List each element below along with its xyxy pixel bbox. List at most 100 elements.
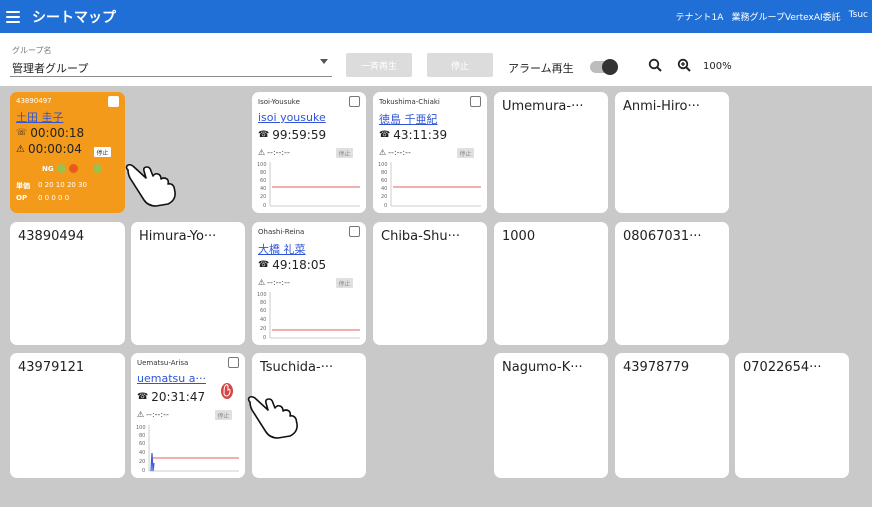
warning-icon: ⚠ bbox=[379, 148, 387, 157]
alarm-play-label: アラーム再生 bbox=[508, 62, 574, 75]
svg-text:20: 20 bbox=[381, 194, 387, 200]
seat-card-alert[interactable]: 43890497 土田 圭子 ☏ 00:00:18 ⚠ 00:00:04 停止 … bbox=[10, 92, 125, 213]
emotion-indicators: NG bbox=[42, 164, 102, 173]
status-dot-icon bbox=[56, 164, 66, 173]
stop-button-small[interactable]: 停止 bbox=[336, 278, 353, 288]
svg-text:40: 40 bbox=[260, 186, 266, 192]
seat-checkbox[interactable] bbox=[470, 96, 481, 107]
warning-icon: ⚠ bbox=[137, 410, 145, 419]
group-select-value: 管理者グループ bbox=[12, 62, 89, 75]
company-label: 業務グループVertexAI委託 bbox=[731, 13, 841, 23]
warning-icon: ⚠ bbox=[16, 143, 25, 155]
tenant-label: テナント1A bbox=[675, 13, 724, 23]
stop-button-small[interactable]: 停止 bbox=[215, 410, 232, 420]
seat-card[interactable]: Nagumo-K··· bbox=[494, 353, 608, 478]
phone-icon: ☎ bbox=[137, 392, 149, 402]
seat-card-active[interactable]: Isoi-Yousuke isoi yousuke ☎ 99:59:59 ⚠ -… bbox=[252, 92, 366, 213]
chart-ticks: 100 80 60 40 20 0 bbox=[378, 162, 388, 209]
seat-name: 08067031··· bbox=[623, 229, 702, 244]
stop-button[interactable]: 停止 bbox=[427, 53, 493, 77]
svg-text:40: 40 bbox=[381, 186, 387, 192]
phone-icon: ☎ bbox=[379, 130, 391, 140]
agent-name-link[interactable]: 徳島 千亜紀 bbox=[379, 111, 438, 127]
seat-card[interactable]: Anmi-Hiro··· bbox=[615, 92, 729, 213]
pointing-hand-icon bbox=[247, 395, 298, 439]
seat-card[interactable]: Himura-Yo··· bbox=[131, 222, 245, 345]
warning-duration: ⚠ 00:00:04 bbox=[16, 142, 82, 156]
stop-button-small[interactable]: 停止 bbox=[336, 148, 353, 158]
svg-text:40: 40 bbox=[139, 450, 145, 456]
mini-chart: 100 80 60 40 20 0 bbox=[136, 425, 239, 474]
zoom-in-icon[interactable] bbox=[677, 58, 691, 72]
caret-down-icon bbox=[320, 59, 328, 64]
seat-card[interactable]: 07022654··· bbox=[735, 353, 849, 478]
call-duration: ☏ 00:00:18 bbox=[16, 126, 85, 140]
stop-button-small[interactable]: 停止 bbox=[457, 148, 474, 158]
seat-checkbox[interactable] bbox=[349, 226, 360, 237]
mini-chart: 100 80 60 40 20 0 bbox=[378, 162, 481, 209]
svg-text:80: 80 bbox=[139, 433, 145, 439]
seat-card-active[interactable]: Uematsu-Arisa uematsu a··· ☎ 20:31:47 ⚠ … bbox=[131, 353, 245, 478]
seat-name: Himura-Yo··· bbox=[139, 229, 217, 244]
agent-name-link[interactable]: uematsu a··· bbox=[137, 372, 206, 385]
warning-row: ⚠ --:--:-- bbox=[379, 148, 411, 157]
seat-checkbox[interactable] bbox=[108, 96, 119, 107]
raised-hand-icon[interactable] bbox=[220, 380, 234, 400]
seat-name: Tsuchida-··· bbox=[260, 360, 334, 375]
mini-chart: 100 80 60 40 20 0 bbox=[257, 292, 360, 341]
stop-button-small[interactable]: 停止 bbox=[94, 147, 111, 157]
metric-row2-label: OP bbox=[16, 194, 28, 202]
seat-card-active[interactable]: Tokushima-Chiaki 徳島 千亜紀 ☎ 43:11:39 ⚠ --:… bbox=[373, 92, 487, 213]
seat-card[interactable]: 43979121 bbox=[10, 353, 125, 478]
pointing-hand-icon bbox=[125, 163, 176, 207]
alarm-toggle[interactable] bbox=[590, 59, 618, 75]
seat-card[interactable]: 1000 bbox=[494, 222, 608, 345]
svg-text:0: 0 bbox=[263, 203, 266, 209]
svg-text:100: 100 bbox=[136, 425, 146, 431]
svg-text:60: 60 bbox=[139, 441, 145, 447]
seat-card[interactable]: 43978779 bbox=[615, 353, 729, 478]
warning-row: ⚠ --:--:-- bbox=[258, 278, 290, 287]
seat-id: Ohashi-Reina bbox=[258, 228, 305, 236]
call-duration: ☎ 43:11:39 bbox=[379, 128, 448, 142]
seat-name: Umemura-··· bbox=[502, 99, 584, 114]
seat-name: 43979121 bbox=[18, 360, 85, 375]
warning-icon: ⚠ bbox=[258, 278, 266, 287]
seat-name: Chiba-Shu··· bbox=[381, 229, 460, 244]
metric-row1-label: 単価 bbox=[16, 182, 30, 190]
svg-text:20: 20 bbox=[260, 194, 266, 200]
warning-row: ⚠ --:--:-- bbox=[137, 410, 169, 419]
agent-name-link[interactable]: 土田 圭子 bbox=[16, 109, 64, 125]
agent-name-link[interactable]: 大橋 礼菜 bbox=[258, 241, 306, 257]
seat-map-app: シートマップ テナント1A 業務グループVertexAI委託 Tsuc グループ… bbox=[0, 0, 872, 507]
metric-row2-values: 0 0 0 0 0 bbox=[38, 194, 70, 202]
seat-card-active[interactable]: Ohashi-Reina 大橋 礼菜 ☎ 49:18:05 ⚠ --:--:--… bbox=[252, 222, 366, 345]
page-title: シートマップ bbox=[32, 9, 116, 26]
seat-checkbox[interactable] bbox=[228, 357, 239, 368]
app-header: シートマップ テナント1A 業務グループVertexAI委託 Tsuc bbox=[0, 0, 872, 33]
svg-text:80: 80 bbox=[381, 170, 387, 176]
bulk-play-button[interactable]: 一斉再生 bbox=[346, 53, 412, 77]
zoom-out-icon[interactable] bbox=[648, 58, 662, 72]
seat-card[interactable]: Chiba-Shu··· bbox=[373, 222, 487, 345]
svg-text:60: 60 bbox=[260, 308, 266, 314]
metric-row1-values: 0 20 10 20 30 bbox=[38, 181, 87, 189]
svg-text:60: 60 bbox=[260, 178, 266, 184]
svg-text:100: 100 bbox=[257, 292, 267, 298]
seat-card[interactable]: 08067031··· bbox=[615, 222, 729, 345]
menu-icon[interactable] bbox=[6, 10, 20, 23]
agent-name-link[interactable]: isoi yousuke bbox=[258, 111, 326, 124]
svg-text:60: 60 bbox=[381, 178, 387, 184]
svg-text:80: 80 bbox=[260, 300, 266, 306]
user-label[interactable]: Tsuc bbox=[849, 10, 868, 23]
seat-id: Uematsu-Arisa bbox=[137, 359, 189, 367]
chart-ticks: 100 80 60 40 20 0 bbox=[136, 425, 146, 474]
status-dot-icon bbox=[80, 164, 90, 173]
seat-card[interactable]: 43890494 bbox=[10, 222, 125, 345]
zoom-level: 100% bbox=[703, 61, 732, 72]
seat-id: Isoi-Yousuke bbox=[258, 98, 300, 106]
seat-checkbox[interactable] bbox=[349, 96, 360, 107]
svg-text:20: 20 bbox=[139, 459, 145, 465]
group-select[interactable]: グループ名 管理者グループ bbox=[10, 43, 332, 77]
seat-card[interactable]: Umemura-··· bbox=[494, 92, 608, 213]
